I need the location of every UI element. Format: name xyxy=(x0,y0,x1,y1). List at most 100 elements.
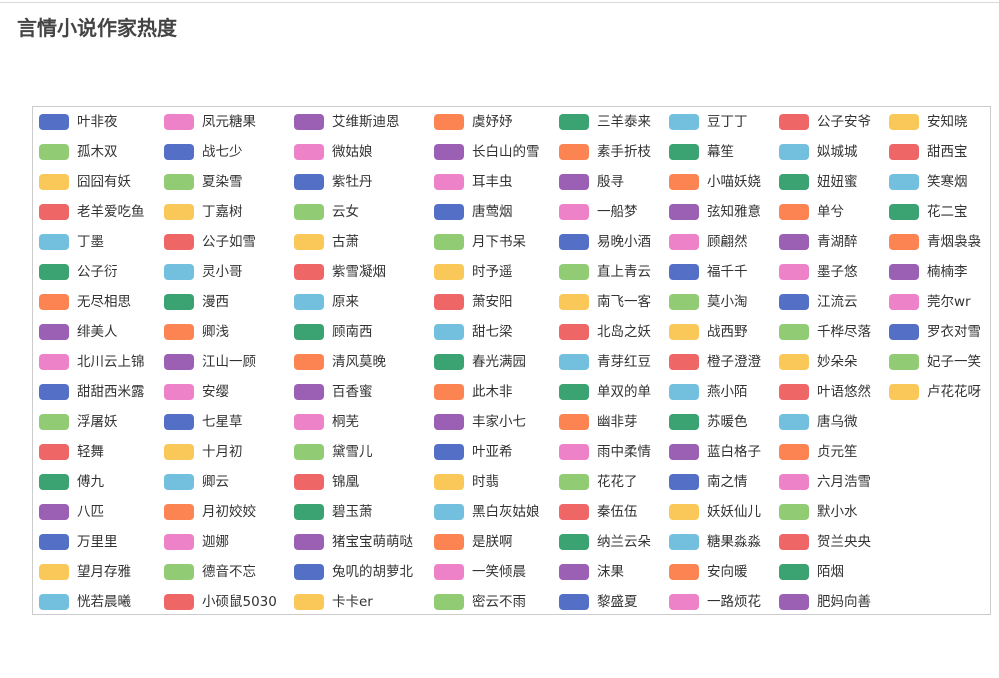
legend-swatch xyxy=(39,534,69,550)
legend-swatch xyxy=(779,354,809,370)
legend-label: 长白山的雪 xyxy=(472,144,540,160)
legend-swatch xyxy=(39,144,69,160)
legend-label: 安知晓 xyxy=(927,114,968,130)
legend-label: 罗衣对雪 xyxy=(927,324,981,340)
legend-label: 灵小哥 xyxy=(202,264,243,280)
legend-swatch xyxy=(164,384,194,400)
legend-label: 糖果淼淼 xyxy=(707,534,761,550)
legend-swatch xyxy=(294,534,324,550)
legend-label: 凤元糖果 xyxy=(202,114,256,130)
legend-swatch xyxy=(39,324,69,340)
legend-label: 燕小陌 xyxy=(707,384,748,400)
legend-label: 艾维斯迪恩 xyxy=(332,114,400,130)
legend-swatch xyxy=(39,204,69,220)
legend-swatch xyxy=(39,174,69,190)
legend-swatch xyxy=(434,384,464,400)
legend-label: 浮屠妖 xyxy=(77,414,118,430)
legend-swatch xyxy=(294,474,324,490)
legend-swatch xyxy=(559,474,589,490)
legend-label: 贺兰央央 xyxy=(817,534,871,550)
legend-swatch xyxy=(559,204,589,220)
legend-label: 花二宝 xyxy=(927,204,968,220)
legend-swatch xyxy=(669,114,699,130)
legend-swatch xyxy=(39,354,69,370)
legend-swatch xyxy=(294,114,324,130)
legend-swatch xyxy=(164,294,194,310)
legend-label: 橙子澄澄 xyxy=(707,354,761,370)
legend-swatch xyxy=(164,174,194,190)
legend-label: 囧囧有妖 xyxy=(77,174,131,190)
legend-label: 楠楠李 xyxy=(927,264,968,280)
legend-label: 甜西宝 xyxy=(927,144,968,160)
legend-swatch xyxy=(434,534,464,550)
legend-swatch xyxy=(434,234,464,250)
legend-label: 单兮 xyxy=(817,204,844,220)
legend-label: 千桦尽落 xyxy=(817,324,871,340)
legend-label: 时翡 xyxy=(472,474,499,490)
legend-label: 云女 xyxy=(332,204,359,220)
legend-swatch xyxy=(164,204,194,220)
legend-label: 小硕鼠5030 xyxy=(202,594,277,610)
legend-swatch xyxy=(669,564,699,580)
legend-swatch xyxy=(294,354,324,370)
legend-label: 黑白灰姑娘 xyxy=(472,504,540,520)
legend-swatch xyxy=(39,294,69,310)
legend-swatch xyxy=(889,114,919,130)
legend-swatch xyxy=(559,594,589,610)
legend-swatch xyxy=(669,264,699,280)
legend-label: 轻舞 xyxy=(77,444,104,460)
legend-swatch xyxy=(559,114,589,130)
legend-label: 漫西 xyxy=(202,294,229,310)
legend-label: 清风莫晚 xyxy=(332,354,386,370)
legend-swatch xyxy=(164,114,194,130)
legend-swatch xyxy=(164,414,194,430)
legend-swatch xyxy=(779,294,809,310)
legend-swatch xyxy=(779,144,809,160)
legend: 叶非夜 凤元糖果 艾维斯迪恩 虞妤妤 三羊泰来 豆丁丁 公子安爷 安知晓 孤木双 战七少 微姑娘 长白… xyxy=(32,106,991,615)
legend-label: 唐莺烟 xyxy=(472,204,513,220)
legend-label: 耳丰虫 xyxy=(472,174,513,190)
legend-swatch xyxy=(164,234,194,250)
legend-label: 甜七梁 xyxy=(472,324,513,340)
legend-label: 单双的单 xyxy=(597,384,651,400)
legend-swatch xyxy=(669,474,699,490)
legend-swatch xyxy=(779,444,809,460)
legend-label: 月下书呆 xyxy=(472,234,526,250)
legend-label: 苏暖色 xyxy=(707,414,748,430)
legend-label: 妖妖仙儿 xyxy=(707,504,761,520)
legend-swatch xyxy=(559,414,589,430)
legend-label: 叶非夜 xyxy=(77,114,118,130)
legend-swatch xyxy=(669,204,699,220)
legend-swatch xyxy=(669,384,699,400)
legend-swatch xyxy=(39,384,69,400)
legend-label: 万里里 xyxy=(77,534,118,550)
legend-swatch xyxy=(164,564,194,580)
legend-label: 锦凰 xyxy=(332,474,359,490)
legend-swatch xyxy=(434,264,464,280)
legend-swatch xyxy=(889,264,919,280)
legend-label: 十月初 xyxy=(202,444,243,460)
legend-swatch xyxy=(294,264,324,280)
legend-label: 迦娜 xyxy=(202,534,229,550)
legend-swatch xyxy=(889,144,919,160)
legend-swatch xyxy=(39,234,69,250)
legend-label: 叶亚希 xyxy=(472,444,513,460)
legend-swatch xyxy=(294,144,324,160)
legend-label: 微姑娘 xyxy=(332,144,373,160)
legend-swatch xyxy=(294,594,324,610)
legend-label: 萧安阳 xyxy=(472,294,513,310)
legend-label: 卿浅 xyxy=(202,324,229,340)
legend-label: 原来 xyxy=(332,294,359,310)
legend-label: 紫雪凝烟 xyxy=(332,264,386,280)
legend-label: 安向暖 xyxy=(707,564,748,580)
legend-label: 青烟袅袅 xyxy=(927,234,981,250)
legend-swatch xyxy=(779,234,809,250)
legend-label: 公子如雪 xyxy=(202,234,256,250)
legend-label: 孤木双 xyxy=(77,144,118,160)
legend-swatch xyxy=(779,264,809,280)
legend-label: 夏染雪 xyxy=(202,174,243,190)
legend-swatch xyxy=(294,294,324,310)
legend-label: 公子衍 xyxy=(77,264,118,280)
legend-label: 甜甜西米露 xyxy=(77,384,145,400)
legend-swatch xyxy=(39,444,69,460)
